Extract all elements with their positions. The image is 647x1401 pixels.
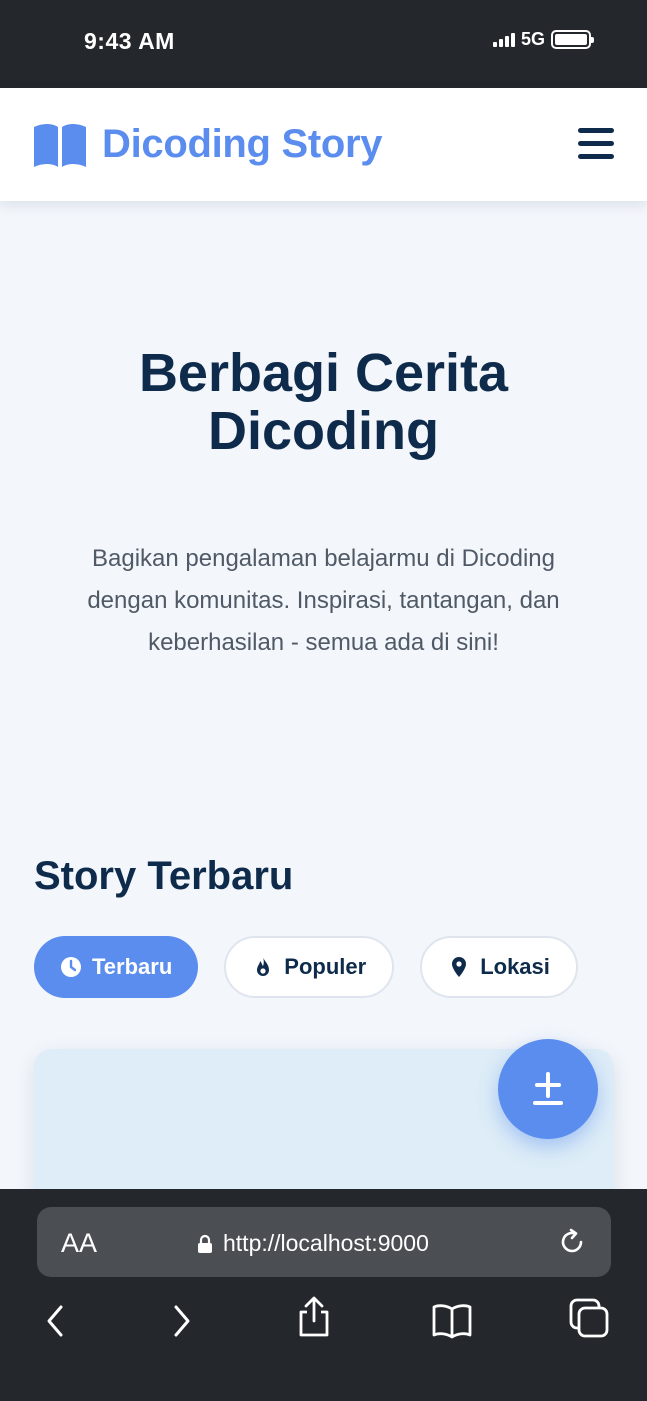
status-bar: 9:43 AM 5G <box>0 0 647 88</box>
location-pin-icon <box>452 957 467 977</box>
book-open-icon <box>34 123 86 167</box>
network-type: 5G <box>520 29 545 49</box>
filter-populer[interactable]: Populer <box>224 936 395 998</box>
browser-toolbar: AA http://localhost:9000 <box>0 1189 647 1401</box>
share-icon[interactable] <box>292 1295 336 1339</box>
bookmarks-icon[interactable] <box>430 1299 474 1343</box>
filter-label: Populer <box>284 954 367 979</box>
url-text: http://localhost:9000 <box>223 1230 429 1256</box>
lock-icon <box>198 1234 212 1253</box>
battery-icon <box>551 30 594 49</box>
app-header: Dicoding Story <box>0 88 647 201</box>
text-size-button[interactable]: AA <box>61 1228 97 1259</box>
tabs-icon[interactable] <box>567 1295 611 1339</box>
filter-label: Terbaru <box>92 954 173 979</box>
hero-title-line2: Dicoding <box>208 401 439 461</box>
hero-title: Berbagi Cerita Dicoding <box>0 344 647 460</box>
add-story-button[interactable] <box>498 1039 598 1139</box>
hamburger-menu-icon[interactable] <box>578 128 614 160</box>
reload-icon[interactable] <box>557 1227 587 1257</box>
filter-terbaru[interactable]: Terbaru <box>34 936 199 998</box>
hero-description: Bagikan pengalaman belajarmu di Dicoding… <box>87 545 560 656</box>
brand-name: Dicoding Story <box>102 122 383 166</box>
story-filters: Terbaru Populer Lokasi <box>34 936 578 998</box>
plus-minus-icon <box>533 1072 563 1105</box>
back-icon[interactable] <box>34 1299 78 1343</box>
url-display[interactable]: http://localhost:9000 <box>197 1230 429 1257</box>
section-title: Story Terbaru <box>34 854 294 898</box>
forward-icon[interactable] <box>159 1299 203 1343</box>
browser-nav <box>0 1296 647 1349</box>
brand-logo[interactable]: Dicoding Story <box>32 122 383 167</box>
status-time: 9:43 AM <box>84 28 175 54</box>
hero-title-line1: Berbagi Cerita <box>138 343 509 403</box>
filter-label: Lokasi <box>480 954 550 979</box>
status-indicators: 5G <box>492 29 594 50</box>
text-size-label: AA <box>61 1228 98 1258</box>
address-bar[interactable]: AA http://localhost:9000 <box>37 1207 611 1277</box>
clock-icon <box>61 957 81 977</box>
signal-icon <box>492 32 515 47</box>
filter-lokasi[interactable]: Lokasi <box>420 936 578 998</box>
fire-icon <box>257 957 270 976</box>
